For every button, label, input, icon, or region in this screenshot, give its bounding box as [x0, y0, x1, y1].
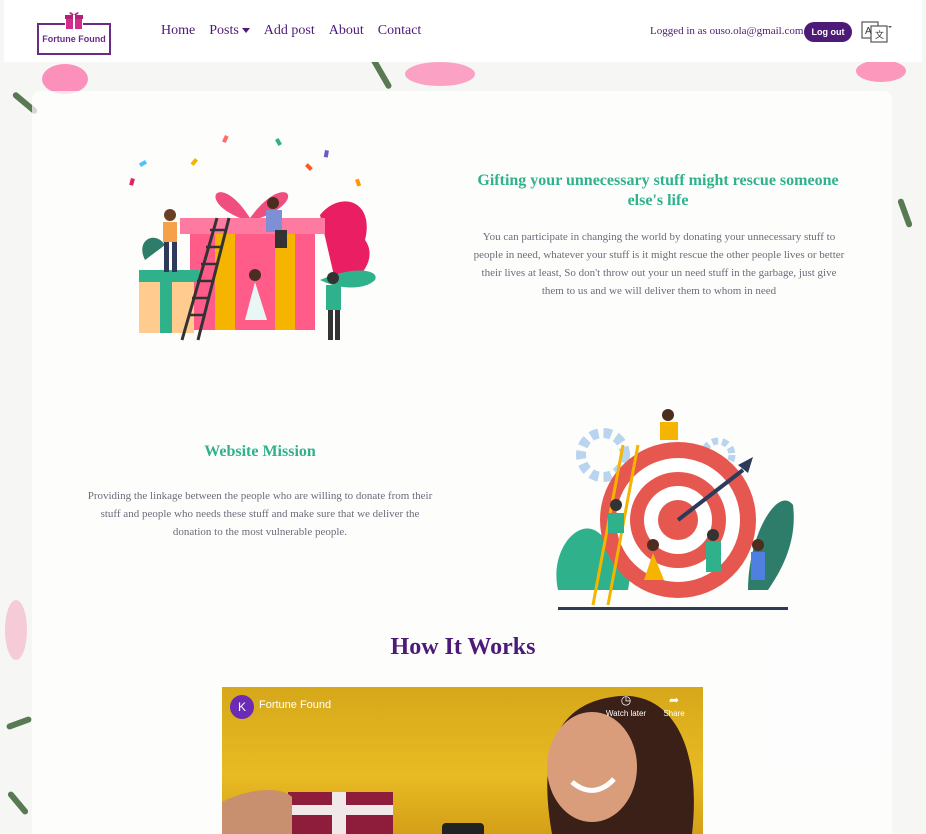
svg-text:A: A — [865, 26, 872, 37]
clock-icon: ◷ — [620, 693, 632, 707]
share-label: Share — [663, 709, 685, 718]
main-nav: Home Posts Add post About Contact — [161, 23, 421, 39]
confetti — [129, 135, 362, 187]
share-button[interactable]: ➦ Share — [650, 693, 698, 718]
target-illustration — [556, 409, 794, 610]
navbar: Fortune Found Home Posts Add post About … — [4, 0, 922, 62]
nav-posts-label: Posts — [209, 23, 239, 38]
gifting-title: Gifting your unnecessary stuff might res… — [477, 172, 839, 209]
nav-contact[interactable]: Contact — [378, 23, 422, 39]
video-player[interactable]: K Fortune Found ◷ Watch later ➦ Share — [222, 687, 703, 834]
nav-about[interactable]: About — [329, 23, 364, 39]
mission-title: Website Mission — [204, 443, 316, 460]
channel-avatar[interactable]: K — [230, 695, 254, 719]
mission-text: Providing the linkage between the people… — [87, 490, 433, 538]
logged-in-status: Logged in as ouso.ola@gmail.com — [650, 25, 804, 37]
caret-down-icon — [241, 28, 250, 34]
how-it-works-title: How It Works — [390, 634, 536, 660]
share-icon: ➦ — [668, 693, 680, 707]
nav-add-post[interactable]: Add post — [264, 23, 315, 39]
gift-box-illustration — [129, 135, 376, 341]
nav-home[interactable]: Home — [161, 23, 195, 39]
logout-button[interactable]: Log out — [804, 22, 852, 42]
video-title[interactable]: Fortune Found — [259, 699, 331, 711]
brand-logo[interactable]: Fortune Found — [37, 10, 115, 55]
play-button[interactable] — [442, 823, 484, 834]
svg-text:文: 文 — [875, 29, 884, 40]
watch-later-label: Watch later — [605, 709, 647, 718]
translate-icon[interactable]: A 文 — [861, 20, 893, 44]
gifting-text: You can participate in changing the worl… — [473, 231, 845, 297]
nav-posts-dropdown[interactable]: Posts — [209, 23, 250, 39]
watch-later-button[interactable]: ◷ Watch later — [602, 693, 650, 718]
brand-name: Fortune Found — [42, 34, 106, 44]
